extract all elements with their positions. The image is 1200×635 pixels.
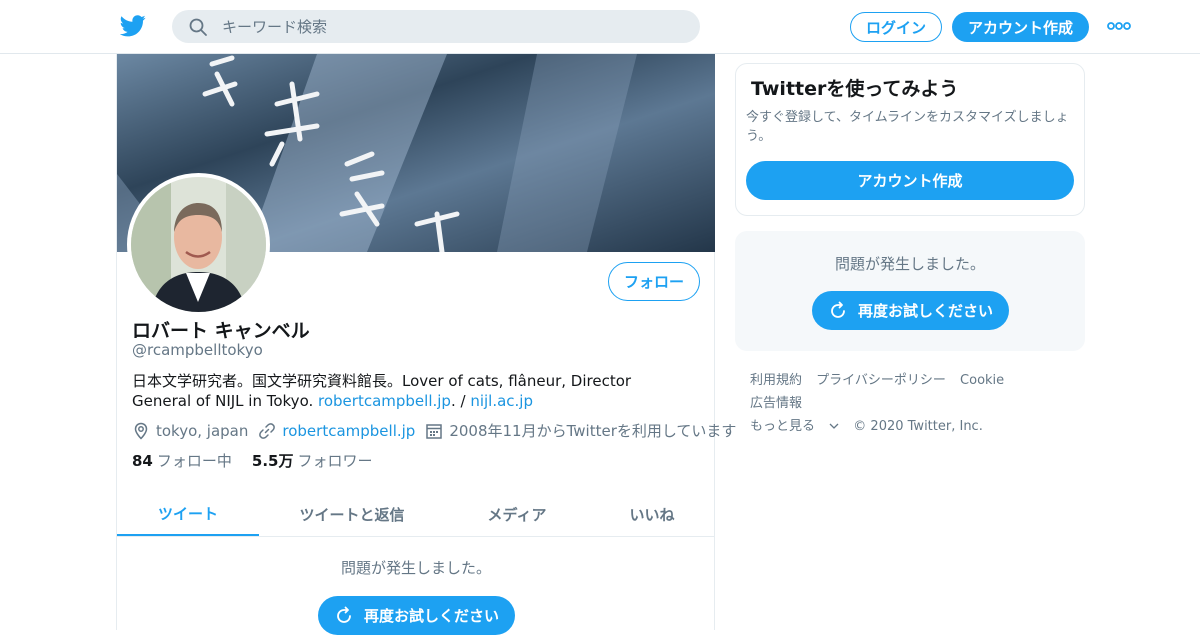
tab-media[interactable]: メディア xyxy=(445,492,589,536)
follow-button[interactable]: フォロー xyxy=(608,262,700,301)
search-input[interactable] xyxy=(222,10,682,43)
following-label: フォロー中 xyxy=(156,452,232,470)
search-box[interactable] xyxy=(172,10,700,43)
signup-button[interactable]: アカウント作成 xyxy=(952,12,1089,42)
location-pin-icon xyxy=(134,422,148,440)
sidebar-error-box: 問題が発生しました。 再度お試しください xyxy=(735,231,1085,351)
sidebar-retry-button[interactable]: 再度お試しください xyxy=(812,291,1009,330)
signup-card-button[interactable]: アカウント作成 xyxy=(746,161,1074,200)
sidebar-error-message: 問題が発生しました。 xyxy=(834,255,985,273)
joined-item: 2008年11月からTwitterを利用しています xyxy=(425,420,736,441)
more-options-icon[interactable] xyxy=(1106,20,1132,32)
following-stat[interactable]: 84 フォロー中 xyxy=(132,450,232,471)
tab-tweets[interactable]: ツイート xyxy=(117,492,259,536)
bio-link-website[interactable]: robertcampbell.jp xyxy=(318,392,451,410)
profile-avatar[interactable] xyxy=(127,173,270,316)
profile-tabs: ツイート ツイートと返信 メディア いいね xyxy=(117,492,715,537)
footer-link-terms[interactable]: 利用規約 xyxy=(750,373,802,388)
profile-column: フォロー ロバート キャンベル @rcampbelltokyo 日本文学研究者。… xyxy=(116,54,736,635)
chevron-down-icon xyxy=(829,423,839,429)
footer-link-privacy[interactable]: プライバシーポリシー xyxy=(816,373,946,388)
footer-more-label: もっと見る xyxy=(750,419,816,434)
signup-card-description: 今すぐ登録して、タイムラインをカスタマイズしましょう。 xyxy=(746,110,1069,144)
location-text: tokyo, japan xyxy=(156,421,249,440)
sidebar-retry-label: 再度お試しください xyxy=(857,302,993,320)
website-link[interactable]: robertcampbell.jp xyxy=(282,422,415,440)
bio-link-nijl[interactable]: nijl.ac.jp xyxy=(470,392,533,410)
location-item: tokyo, japan xyxy=(132,422,248,440)
timeline-error-message: 問題が発生しました。 xyxy=(340,559,491,577)
followers-stat[interactable]: 5.5万 フォロワー xyxy=(252,450,373,471)
footer-link-cookie[interactable]: Cookie xyxy=(960,373,1004,388)
followers-label: フォロワー xyxy=(297,452,373,470)
joined-text: 2008年11月からTwitterを利用しています xyxy=(449,422,737,440)
bio-separator: . / xyxy=(450,392,471,410)
timeline-retry-button[interactable]: 再度お試しください xyxy=(318,596,515,635)
footer-more-link[interactable]: もっと見る xyxy=(750,419,839,434)
footer-copyright: © 2020 Twitter, Inc. xyxy=(853,419,983,434)
signup-card: Twitterを使ってみよう 今すぐ登録して、タイムラインをカスタマイズしましょ… xyxy=(735,63,1085,216)
tab-likes[interactable]: いいね xyxy=(589,492,715,536)
search-icon xyxy=(189,18,207,36)
top-navigation-bar: ログイン アカウント作成 xyxy=(0,0,1200,54)
timeline-retry-label: 再度お試しください xyxy=(363,607,499,625)
following-count: 84 xyxy=(132,452,153,470)
footer-link-ads[interactable]: 広告情報 xyxy=(750,396,802,411)
profile-stats: 84 フォロー中 5.5万 フォロワー xyxy=(132,450,392,471)
profile-name: ロバート キャンベル xyxy=(132,320,310,342)
calendar-icon xyxy=(426,423,443,439)
profile-meta: tokyo, japan robertcampbell.jp 2008年11月か… xyxy=(132,420,746,441)
refresh-icon xyxy=(337,606,351,623)
profile-handle: @rcampbelltokyo xyxy=(132,341,263,359)
login-button[interactable]: ログイン xyxy=(850,12,942,42)
refresh-icon xyxy=(831,301,845,318)
link-icon xyxy=(259,422,276,439)
website-item: robertcampbell.jp xyxy=(258,422,415,440)
profile-bio: 日本文学研究者。国文学研究資料館長。Lover of cats, flâneur… xyxy=(132,371,692,411)
signup-card-title: Twitterを使ってみよう xyxy=(751,78,959,100)
avatar-photo xyxy=(131,177,266,312)
tab-tweets-and-replies[interactable]: ツイートと返信 xyxy=(259,492,445,536)
followers-count: 5.5万 xyxy=(251,452,294,470)
sidebar-footer: 利用規約 プライバシーポリシー Cookie 広告情報 もっと見る © 2020… xyxy=(750,369,1080,438)
twitter-bird-logo-icon[interactable] xyxy=(120,14,146,38)
